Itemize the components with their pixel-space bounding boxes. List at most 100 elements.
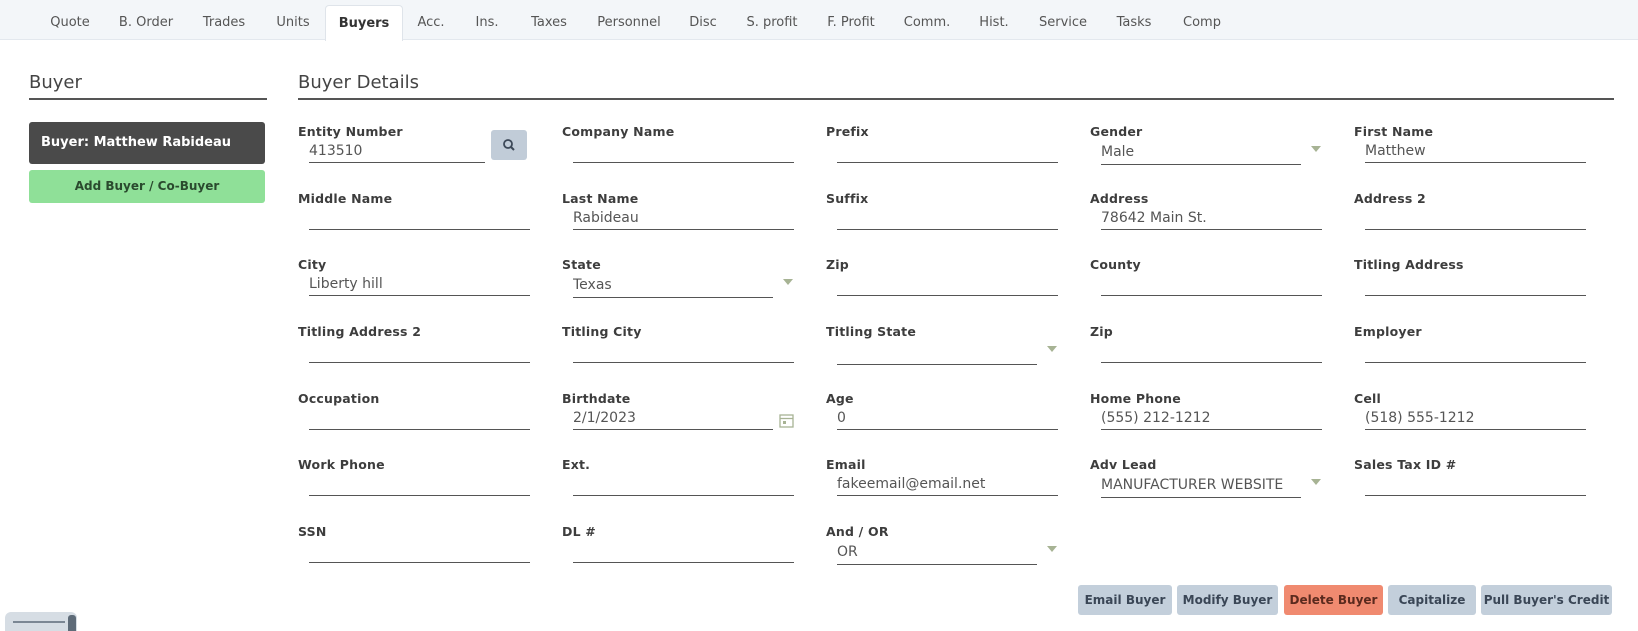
tab-comp[interactable]: Comp [1180, 5, 1224, 40]
delete-buyer-button[interactable]: Delete Buyer [1284, 585, 1383, 615]
tab-b-order[interactable]: B. Order [114, 5, 178, 40]
tab-tasks[interactable]: Tasks [1110, 5, 1158, 40]
company-name-input[interactable] [573, 140, 794, 163]
city-group: City [298, 257, 530, 319]
cell-input[interactable] [1365, 407, 1586, 430]
tab-disc[interactable]: Disc [686, 5, 720, 40]
suffix-label: Suffix [826, 191, 869, 206]
titling-state-group: Titling State [826, 324, 1058, 386]
home-phone-input[interactable] [1101, 407, 1322, 430]
chevron-down-icon[interactable] [1311, 146, 1321, 152]
zip-label: Zip [826, 257, 849, 272]
and-or-group: And / OR OR [826, 524, 1058, 586]
address2-label: Address 2 [1354, 191, 1426, 206]
tab-service[interactable]: Service [1038, 5, 1088, 40]
tab-hist[interactable]: Hist. [976, 5, 1012, 40]
adv-lead-group: Adv Lead MANUFACTURER WEBSITE [1090, 457, 1322, 519]
titling-zip-input[interactable] [1101, 340, 1322, 363]
last-name-label: Last Name [562, 191, 639, 206]
employer-group: Employer [1354, 324, 1586, 386]
tab-trades[interactable]: Trades [196, 5, 252, 40]
first-name-input[interactable] [1365, 140, 1586, 163]
birthdate-label: Birthdate [562, 391, 631, 406]
adv-lead-select[interactable]: MANUFACTURER WEBSITE [1101, 473, 1301, 498]
tab-personnel[interactable]: Personnel [592, 5, 666, 40]
sales-tax-id-label: Sales Tax ID # [1354, 457, 1457, 472]
first-name-label: First Name [1354, 124, 1434, 139]
address2-group: Address 2 [1354, 191, 1586, 253]
middle-name-input[interactable] [309, 207, 530, 230]
dl-label: DL # [562, 524, 596, 539]
city-input[interactable] [309, 273, 530, 296]
email-input[interactable] [837, 473, 1058, 496]
birthdate-group: Birthdate [562, 391, 794, 453]
tab-acc[interactable]: Acc. [412, 5, 450, 40]
sales-tax-id-input[interactable] [1365, 473, 1586, 496]
tab-s-profit[interactable]: S. profit [744, 5, 800, 40]
entity-number-input[interactable] [309, 140, 485, 163]
chevron-down-icon[interactable] [783, 279, 793, 285]
address-label: Address [1090, 191, 1149, 206]
ext-input[interactable] [573, 473, 794, 496]
zip-input[interactable] [837, 273, 1058, 296]
titling-city-input[interactable] [573, 340, 794, 363]
age-label: Age [826, 391, 854, 406]
age-input[interactable] [837, 407, 1058, 430]
chevron-down-icon[interactable] [1047, 346, 1057, 352]
last-name-input[interactable] [573, 207, 794, 230]
prefix-group: Prefix [826, 124, 1058, 186]
scroll-handle[interactable] [5, 612, 77, 631]
birthdate-input[interactable] [573, 407, 773, 430]
tab-f-profit[interactable]: F. Profit [823, 5, 879, 40]
company-name-group: Company Name [562, 124, 794, 186]
scroll-knob[interactable] [68, 615, 76, 631]
company-name-label: Company Name [562, 124, 675, 139]
selected-buyer-card[interactable]: Buyer: Matthew Rabideau [29, 122, 265, 164]
age-group: Age [826, 391, 1058, 453]
work-phone-input[interactable] [309, 473, 530, 496]
add-buyer-button[interactable]: Add Buyer / Co-Buyer [29, 170, 265, 203]
employer-label: Employer [1354, 324, 1422, 339]
employer-input[interactable] [1365, 340, 1586, 363]
last-name-group: Last Name [562, 191, 794, 253]
modify-buyer-button[interactable]: Modify Buyer [1177, 585, 1278, 615]
titling-address2-input[interactable] [309, 340, 530, 363]
ssn-input[interactable] [309, 540, 530, 563]
state-select[interactable]: Texas [573, 273, 773, 298]
email-buyer-button[interactable]: Email Buyer [1078, 585, 1172, 615]
email-label: Email [826, 457, 866, 472]
titling-state-select[interactable] [837, 340, 1037, 365]
state-label: State [562, 257, 601, 272]
tab-units[interactable]: Units [271, 5, 315, 40]
address-input[interactable] [1101, 207, 1322, 230]
home-phone-label: Home Phone [1090, 391, 1181, 406]
work-phone-group: Work Phone [298, 457, 530, 519]
titling-city-label: Titling City [562, 324, 642, 339]
tab-quote[interactable]: Quote [43, 5, 97, 40]
titling-address-input[interactable] [1365, 273, 1586, 296]
tab-ins[interactable]: Ins. [470, 5, 504, 40]
suffix-input[interactable] [837, 207, 1058, 230]
chevron-down-icon[interactable] [1047, 546, 1057, 552]
and-or-select[interactable]: OR [837, 540, 1037, 565]
titling-state-label: Titling State [826, 324, 917, 339]
titling-address2-label: Titling Address 2 [298, 324, 422, 339]
county-group: County [1090, 257, 1322, 319]
gender-select[interactable]: Male [1101, 140, 1301, 165]
county-input[interactable] [1101, 273, 1322, 296]
chevron-down-icon[interactable] [1311, 479, 1321, 485]
occupation-input[interactable] [309, 407, 530, 430]
prefix-input[interactable] [837, 140, 1058, 163]
tab-comm[interactable]: Comm. [902, 5, 952, 40]
sales-tax-id-group: Sales Tax ID # [1354, 457, 1586, 519]
tab-taxes[interactable]: Taxes [525, 5, 573, 40]
titling-zip-label: Zip [1090, 324, 1113, 339]
address2-input[interactable] [1365, 207, 1586, 230]
entity-search-button[interactable] [491, 130, 527, 160]
tab-buyers[interactable]: Buyers [325, 5, 403, 41]
dl-input[interactable] [573, 540, 794, 563]
pull-credit-button[interactable]: Pull Buyer's Credit [1481, 585, 1612, 615]
capitalize-button[interactable]: Capitalize [1388, 585, 1476, 615]
calendar-icon[interactable] [779, 413, 794, 428]
home-phone-group: Home Phone [1090, 391, 1322, 453]
